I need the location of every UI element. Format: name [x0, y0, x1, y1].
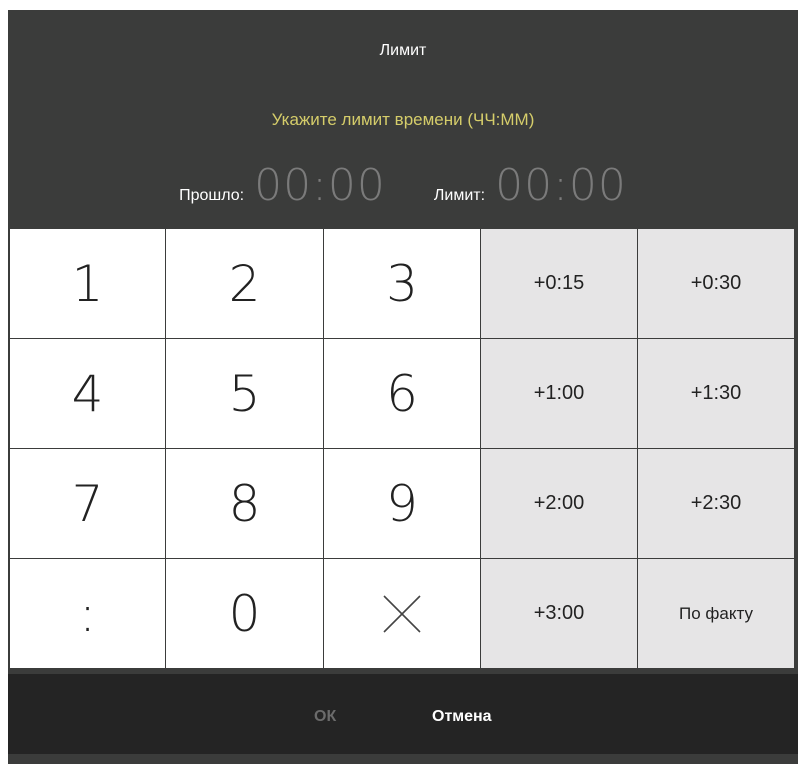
- key-6[interactable]: 6: [324, 339, 480, 448]
- limit-group: Лимит: 00:00: [434, 160, 627, 211]
- key-1[interactable]: 1: [10, 229, 165, 338]
- key-0[interactable]: 0: [166, 559, 323, 668]
- add-3-00-button[interactable]: +3:00: [481, 559, 637, 668]
- keypad: 1 2 3 +0:15 +0:30 4 5 6 +1:00 +1:30 7 8 …: [10, 229, 794, 675]
- add-1-00-button[interactable]: +1:00: [481, 339, 637, 448]
- key-5[interactable]: 5: [166, 339, 323, 448]
- elapsed-value: 00:00: [254, 160, 386, 211]
- time-display: Прошло: 00:00 Лимит: 00:00: [8, 160, 798, 216]
- key-4[interactable]: 4: [10, 339, 165, 448]
- add-0-15-button[interactable]: +0:15: [481, 229, 637, 338]
- limit-label: Лимит:: [433, 187, 486, 204]
- actual-time-button[interactable]: По факту: [638, 559, 794, 668]
- add-1-30-button[interactable]: +1:30: [638, 339, 794, 448]
- key-2[interactable]: 2: [166, 229, 323, 338]
- ok-button[interactable]: ОК: [314, 708, 336, 726]
- elapsed-group: Прошло: 00:00: [179, 160, 386, 211]
- dialog-footer: ОК Отмена: [8, 674, 798, 754]
- key-3[interactable]: 3: [324, 229, 480, 338]
- add-2-30-button[interactable]: +2:30: [638, 449, 794, 558]
- add-2-00-button[interactable]: +2:00: [481, 449, 637, 558]
- cancel-button[interactable]: Отмена: [432, 708, 492, 726]
- dialog-title: Лимит: [379, 42, 427, 59]
- key-7[interactable]: 7: [10, 449, 165, 558]
- key-colon[interactable]: :: [10, 559, 165, 668]
- clear-button[interactable]: [324, 559, 480, 668]
- close-icon: [383, 594, 421, 633]
- dialog-prompt: Укажите лимит времени (ЧЧ:ММ): [271, 110, 535, 129]
- key-9[interactable]: 9: [324, 449, 480, 558]
- add-0-30-button[interactable]: +0:30: [638, 229, 794, 338]
- key-8[interactable]: 8: [166, 449, 323, 558]
- elapsed-label: Прошло:: [179, 187, 245, 204]
- limit-value[interactable]: 00:00: [495, 160, 627, 211]
